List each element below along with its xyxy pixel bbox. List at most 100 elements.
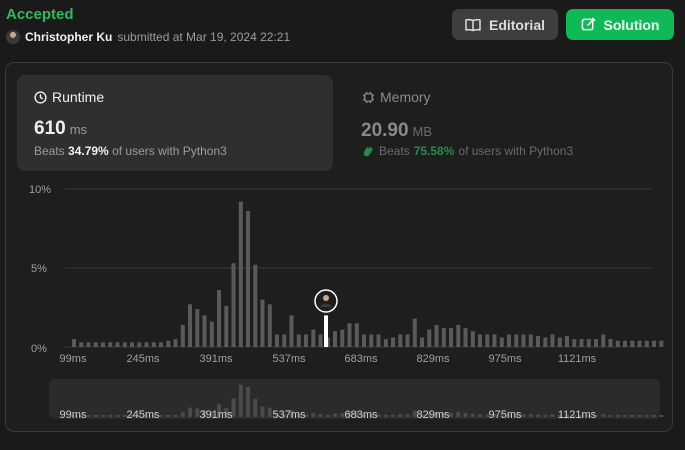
runtime-bar[interactable]: [644, 340, 649, 347]
runtime-bar[interactable]: [536, 335, 540, 347]
x-tick-label: 537ms: [272, 353, 306, 365]
overview-bar: [246, 386, 250, 417]
runtime-bar[interactable]: [499, 337, 504, 348]
runtime-bar[interactable]: [601, 334, 606, 347]
runtime-bar[interactable]: [398, 334, 403, 347]
runtime-bar[interactable]: [485, 334, 490, 347]
runtime-bar[interactable]: [615, 340, 620, 347]
runtime-bar[interactable]: [528, 334, 533, 347]
runtime-bar[interactable]: [137, 342, 142, 347]
x-tick-label: 683ms: [344, 353, 378, 365]
runtime-bar[interactable]: [289, 315, 294, 347]
runtime-bar[interactable]: [202, 315, 207, 347]
runtime-bar[interactable]: [521, 334, 526, 347]
runtime-bar[interactable]: [543, 337, 548, 348]
y-tick-label: 10%: [29, 184, 51, 196]
runtime-bar[interactable]: [108, 342, 113, 347]
runtime-bar[interactable]: [456, 324, 461, 347]
runtime-bar[interactable]: [376, 334, 381, 347]
runtime-bar[interactable]: [652, 340, 656, 347]
overview-bar: [608, 415, 613, 417]
runtime-bar[interactable]: [340, 329, 345, 347]
user-runtime-bar[interactable]: [324, 315, 328, 347]
runtime-bar[interactable]: [637, 340, 642, 347]
runtime-bar[interactable]: [594, 339, 598, 347]
runtime-bar[interactable]: [659, 340, 664, 347]
runtime-bar[interactable]: [86, 342, 91, 347]
overview-bar: [318, 414, 323, 417]
overview-bar: [528, 414, 533, 417]
x-tick-label: 1121ms: [558, 353, 597, 365]
runtime-bar[interactable]: [188, 304, 192, 347]
user-avatar-marker[interactable]: [314, 289, 338, 313]
runtime-bar[interactable]: [478, 334, 482, 347]
runtime-bar[interactable]: [166, 340, 171, 347]
runtime-bar[interactable]: [507, 334, 511, 347]
runtime-bar[interactable]: [412, 318, 417, 347]
runtime-bar[interactable]: [608, 339, 613, 347]
runtime-bar[interactable]: [383, 339, 388, 347]
runtime-bar[interactable]: [304, 334, 308, 347]
runtime-bar[interactable]: [318, 334, 323, 347]
runtime-bar[interactable]: [565, 335, 569, 347]
runtime-bar[interactable]: [470, 331, 475, 347]
overview-tick-label: 975ms: [488, 409, 522, 421]
runtime-bar[interactable]: [434, 324, 439, 347]
runtime-bar[interactable]: [579, 339, 584, 347]
runtime-bar[interactable]: [282, 334, 287, 347]
runtime-bar[interactable]: [144, 342, 149, 347]
runtime-bar[interactable]: [492, 334, 497, 347]
runtime-bar[interactable]: [93, 342, 98, 347]
runtime-bar[interactable]: [333, 331, 337, 347]
runtime-bar[interactable]: [115, 342, 120, 347]
runtime-bar[interactable]: [79, 342, 84, 347]
runtime-bar[interactable]: [122, 342, 127, 347]
runtime-bar[interactable]: [362, 334, 366, 347]
runtime-bar[interactable]: [420, 337, 424, 348]
overview-tick-label: 537ms: [272, 409, 306, 421]
runtime-bar[interactable]: [449, 328, 453, 347]
runtime-bar[interactable]: [557, 337, 562, 348]
runtime-bar[interactable]: [514, 334, 519, 347]
runtime-bar[interactable]: [267, 304, 272, 347]
runtime-bar[interactable]: [72, 339, 76, 347]
runtime-bar[interactable]: [405, 334, 410, 347]
runtime-bar[interactable]: [586, 339, 591, 347]
runtime-bar[interactable]: [550, 334, 555, 347]
runtime-bar[interactable]: [209, 321, 214, 347]
runtime-bar[interactable]: [296, 334, 301, 347]
runtime-bar[interactable]: [180, 324, 185, 347]
runtime-bar[interactable]: [354, 323, 359, 347]
runtime-bar[interactable]: [391, 337, 395, 348]
runtime-bar[interactable]: [195, 309, 200, 347]
runtime-bar[interactable]: [630, 340, 635, 347]
runtime-bar[interactable]: [260, 299, 265, 347]
runtime-bar[interactable]: [347, 323, 352, 347]
runtime-bar[interactable]: [463, 328, 468, 347]
overview-bar: [325, 414, 330, 417]
runtime-bar[interactable]: [130, 342, 134, 347]
runtime-bar[interactable]: [441, 328, 446, 347]
runtime-bar[interactable]: [311, 329, 316, 347]
runtime-bar[interactable]: [369, 334, 374, 347]
runtime-bar[interactable]: [217, 290, 221, 347]
y-tick-label: 5%: [31, 263, 47, 275]
runtime-bar[interactable]: [246, 211, 250, 347]
runtime-bar[interactable]: [159, 342, 163, 347]
runtime-bar[interactable]: [238, 201, 243, 347]
overview-bar: [521, 414, 526, 417]
runtime-bar[interactable]: [427, 329, 432, 347]
runtime-bar[interactable]: [253, 264, 258, 347]
runtime-bar[interactable]: [173, 339, 178, 347]
runtime-bar[interactable]: [275, 334, 279, 347]
overview-bar: [652, 415, 656, 417]
runtime-bar[interactable]: [572, 339, 577, 347]
chart-bars: [72, 201, 664, 348]
runtime-bar[interactable]: [224, 305, 229, 347]
runtime-bar[interactable]: [231, 263, 236, 347]
runtime-bar[interactable]: [101, 342, 105, 347]
runtime-bar[interactable]: [151, 342, 156, 347]
runtime-distribution-chart: 10% 5% 0% 99ms 245ms 391ms 537ms 683ms 829ms 9…: [29, 184, 664, 421]
overview-bar: [470, 413, 475, 417]
runtime-bar[interactable]: [623, 340, 627, 347]
